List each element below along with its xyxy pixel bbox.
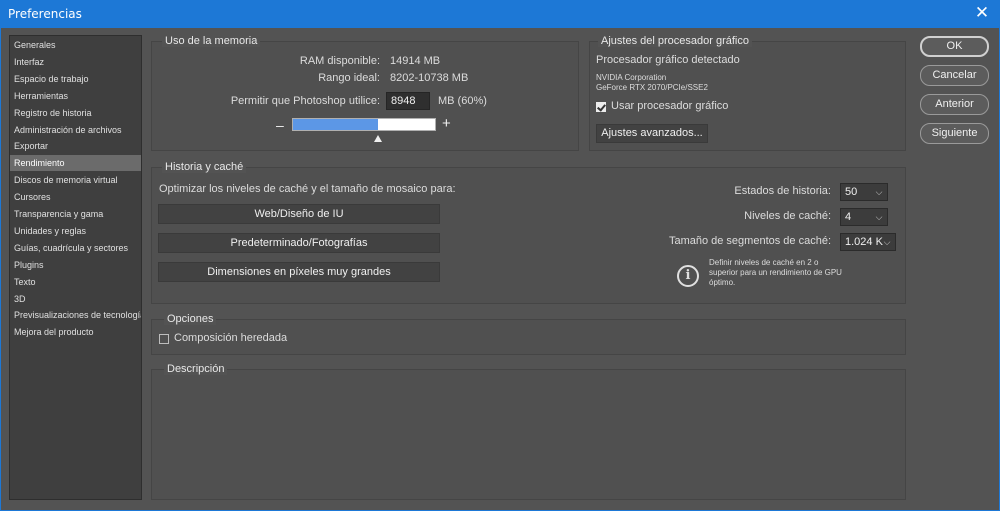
sidebar-item[interactable]: Generales (10, 37, 141, 53)
memory-slider-thumb[interactable] (374, 135, 382, 142)
advanced-gpu-settings-button[interactable]: Ajustes avanzados... (596, 124, 708, 143)
sidebar-item[interactable]: Discos de memoria virtual (10, 172, 141, 188)
sidebar-item[interactable]: Plugins (10, 257, 141, 273)
history-states-label: Estados de historia: (734, 185, 831, 197)
gpu-vendor: NVIDIA Corporation (596, 73, 667, 82)
sidebar-item[interactable]: Exportar (10, 138, 141, 154)
cache-levels-select[interactable]: 4 ⌵ (840, 208, 888, 226)
info-icon: i (677, 265, 699, 287)
chevron-down-icon: ⌵ (875, 187, 883, 197)
memory-usage-title: Uso de la memoria (162, 35, 261, 47)
gpu-detected-label: Procesador gráfico detectado (596, 54, 740, 66)
description-group (151, 369, 906, 500)
history-states-select[interactable]: 50 ⌵ (840, 183, 888, 201)
ram-available-value: 14914 MB (390, 55, 441, 67)
sidebar-item[interactable]: Texto (10, 274, 141, 290)
history-cache-title: Historia y caché (162, 161, 247, 173)
next-button[interactable]: Siguiente (920, 123, 989, 144)
use-gpu-checkbox[interactable] (596, 102, 606, 112)
allow-photoshop-label: Permitir que Photoshop utilice: (230, 95, 380, 107)
cache-tile-size-select[interactable]: 1.024 K ⌵ (840, 233, 896, 251)
memory-allowed-unit: MB (60%) (438, 95, 487, 107)
cache-levels-label: Niveles de caché: (744, 210, 831, 222)
previous-button[interactable]: Anterior (920, 94, 989, 115)
sidebar-item[interactable]: Transparencia y gama (10, 206, 141, 222)
cache-tile-size-value: 1.024 K (845, 236, 883, 248)
memory-allowed-input[interactable] (386, 92, 430, 110)
legacy-compositing-label: Composición heredada (174, 332, 288, 344)
cancel-button[interactable]: Cancelar (920, 65, 989, 86)
sidebar-item[interactable]: Espacio de trabajo (10, 71, 141, 87)
memory-slider-track[interactable] (292, 118, 436, 131)
sidebar-item[interactable]: Cursores (10, 189, 141, 205)
chevron-down-icon: ⌵ (883, 237, 891, 247)
sidebar-item[interactable]: 3D (10, 291, 141, 307)
decrease-memory-icon[interactable]: – (276, 117, 284, 133)
gpu-settings-title: Ajustes del procesador gráfico (598, 35, 752, 47)
use-gpu-label: Usar procesador gráfico (611, 100, 729, 112)
default-photos-button[interactable]: Predeterminado/Fotografías (158, 233, 440, 253)
close-icon[interactable]: ✕ (972, 3, 992, 23)
sidebar-item[interactable]: Rendimiento (10, 155, 141, 172)
history-states-value: 50 (845, 186, 858, 198)
ram-available-label: RAM disponible: (299, 55, 380, 67)
window-title: Preferencias (8, 7, 82, 21)
web-ui-design-button[interactable]: Web/Diseño de IU (158, 204, 440, 224)
sidebar-item[interactable]: Herramientas (10, 88, 141, 104)
window-titlebar: Preferencias ✕ (0, 0, 1000, 28)
sidebar-item[interactable]: Unidades y reglas (10, 223, 141, 239)
gpu-model: GeForce RTX 2070/PCIe/SSE2 (596, 83, 708, 92)
optimize-cache-label: Optimizar los niveles de caché y el tama… (159, 183, 456, 195)
memory-slider-fill (293, 119, 378, 130)
sidebar-item[interactable]: Interfaz (10, 54, 141, 70)
sidebar-item[interactable]: Mejora del producto (10, 324, 141, 340)
preferences-sidebar: Generales Interfaz Espacio de trabajo Herra… (9, 35, 142, 500)
cache-info-line: superior para un rendimiento de GPU (709, 268, 842, 277)
sidebar-item[interactable]: Administración de archivos (10, 122, 141, 138)
ok-button[interactable]: OK (920, 36, 989, 57)
sidebar-item[interactable]: Registro de historia (10, 105, 141, 121)
cache-tile-size-label: Tamaño de segmentos de caché: (668, 235, 831, 247)
sidebar-item[interactable]: Guías, cuadrícula y sectores (10, 240, 141, 256)
chevron-down-icon: ⌵ (875, 212, 883, 222)
cache-info-text: Definir niveles de caché en 2 o superior… (709, 258, 859, 288)
ideal-range-label: Rango ideal: (318, 72, 380, 84)
sidebar-item[interactable]: Previsualizaciones de tecnología (10, 307, 141, 323)
cache-levels-value: 4 (845, 211, 852, 223)
ideal-range-value: 8202-10738 MB (390, 72, 469, 84)
increase-memory-icon[interactable]: + (442, 115, 451, 132)
options-title: Opciones (164, 313, 217, 325)
description-title: Descripción (164, 363, 228, 375)
cache-info-line: óptimo. (709, 278, 736, 287)
legacy-compositing-checkbox[interactable] (159, 334, 169, 344)
cache-info-line: Definir niveles de caché en 2 o (709, 258, 819, 267)
huge-pixel-dimensions-button[interactable]: Dimensiones en píxeles muy grandes (158, 262, 440, 282)
